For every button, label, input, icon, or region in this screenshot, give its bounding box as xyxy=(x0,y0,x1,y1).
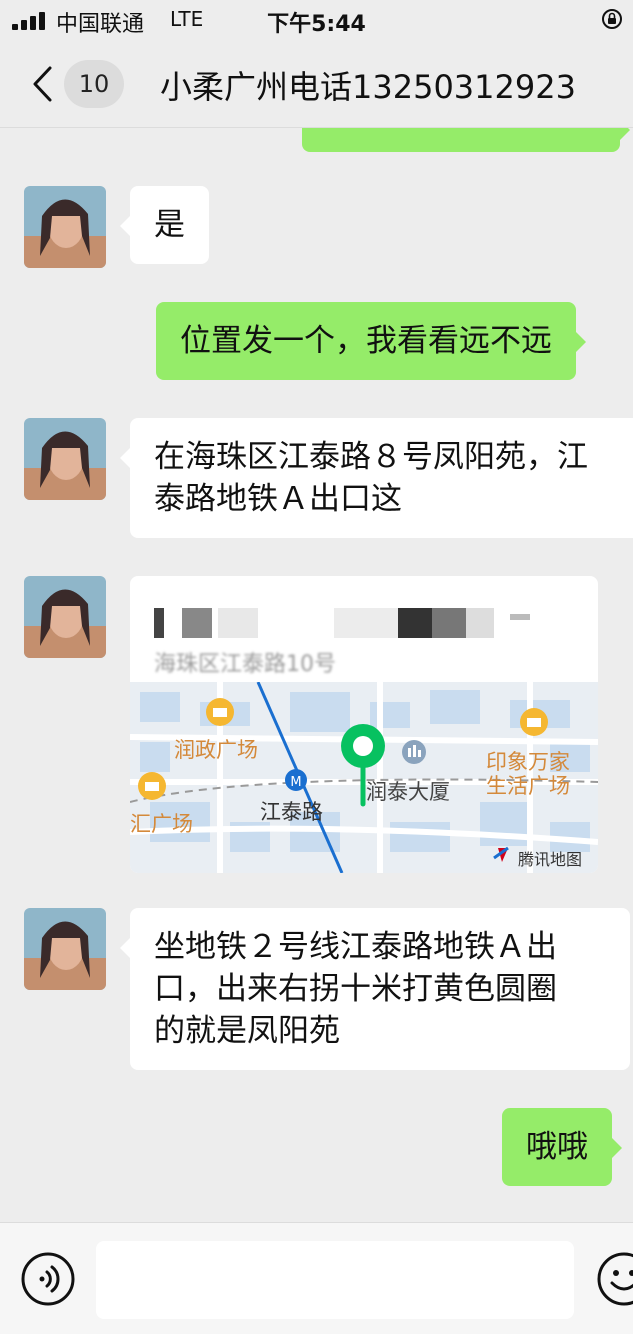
message-bubble-incoming[interactable]: 坐地铁２号线江泰路地铁Ａ出 口，出来右拐十米打黄色圆圈 的就是凤阳苑 xyxy=(120,908,630,1070)
map-label: 生活广场 xyxy=(486,774,570,798)
contact-avatar[interactable] xyxy=(24,576,106,658)
map-label: 汇广场 xyxy=(130,812,193,836)
map-label: 江泰路 xyxy=(260,800,323,824)
message-bubble-outgoing[interactable]: 位置发一个，我看看远不远 xyxy=(156,302,586,380)
status-time: 下午5:44 xyxy=(267,12,366,37)
chat-input-bar xyxy=(0,1222,633,1334)
chat-title: 小柔广州电话13250312923 xyxy=(160,68,576,106)
chevron-left-icon[interactable] xyxy=(30,64,54,104)
location-message-card[interactable]: 海珠区江泰路10号 M 润政广场 江泰路 润泰大厦 印象万家 生活广场 汇广场 … xyxy=(130,576,598,873)
map-provider-logo: 腾讯地图 xyxy=(518,850,583,869)
message-bubble-incoming[interactable]: 是 xyxy=(120,186,209,264)
message-line: 在海珠区江泰路８号凤阳苑，江 xyxy=(154,439,588,475)
location-name-redacted xyxy=(154,602,574,640)
message-line: 口，出来右拐十米打黄色圆圈 xyxy=(154,971,557,1007)
message-line: 的就是凤阳苑 xyxy=(154,1013,340,1049)
contact-avatar[interactable] xyxy=(24,908,106,990)
message-bubble-incoming[interactable]: 在海珠区江泰路８号凤阳苑，江 泰路地铁Ａ出口这 xyxy=(120,418,633,538)
unread-count-badge[interactable]: 10 xyxy=(64,60,124,108)
message-line: 泰路地铁Ａ出口这 xyxy=(154,481,402,517)
emoji-icon[interactable] xyxy=(596,1251,633,1307)
location-address: 海珠区江泰路10号 xyxy=(154,652,336,677)
rotation-lock-icon xyxy=(602,9,622,29)
svg-text:M: M xyxy=(290,775,301,790)
contact-avatar[interactable] xyxy=(24,418,106,500)
chat-header: 10 小柔广州电话13250312923 xyxy=(0,40,633,128)
message-line: 坐地铁２号线江泰路地铁Ａ出 xyxy=(154,929,557,965)
voice-icon[interactable] xyxy=(20,1251,76,1307)
map-label: 润泰大厦 xyxy=(366,780,450,804)
message-input[interactable] xyxy=(96,1241,574,1319)
map-preview[interactable]: M 润政广场 江泰路 润泰大厦 印象万家 生活广场 汇广场 腾讯地图 xyxy=(130,682,598,873)
contact-avatar[interactable] xyxy=(24,186,106,268)
message-bubble-outgoing[interactable]: 哦哦 xyxy=(502,1108,622,1186)
status-bar: 中国联通 LTE 下午5:44 xyxy=(0,0,633,40)
map-label: 润政广场 xyxy=(174,738,258,762)
